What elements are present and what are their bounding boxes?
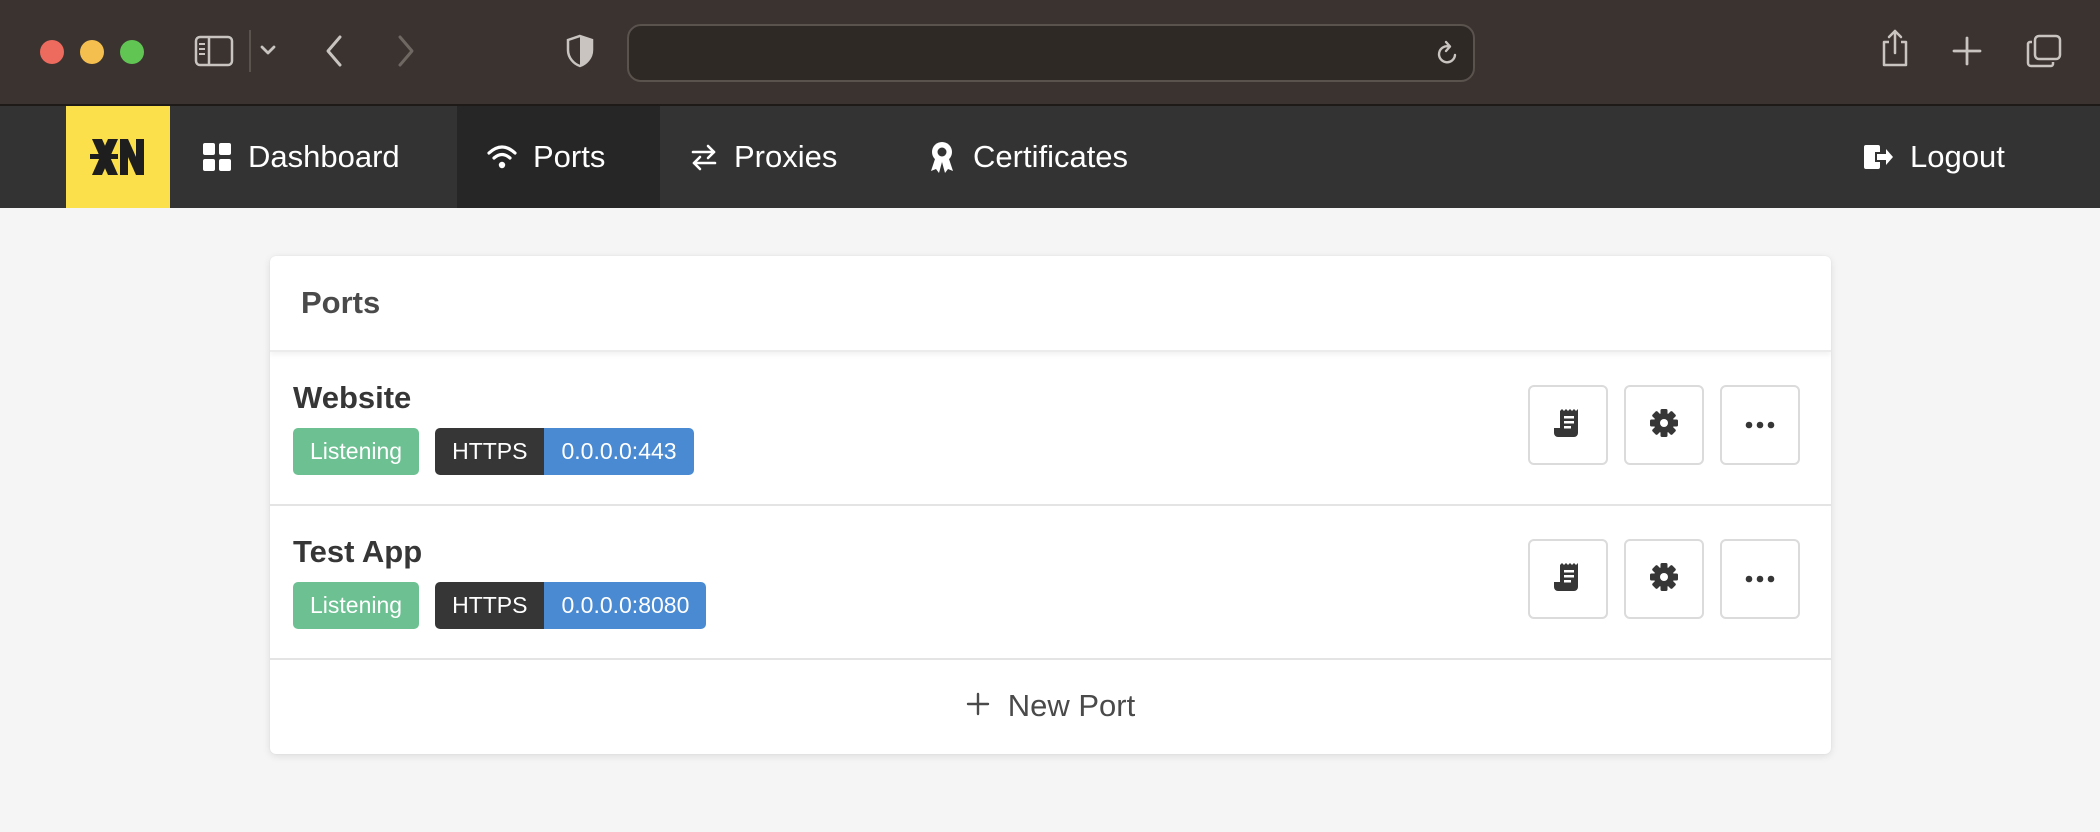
gear-icon xyxy=(1649,408,1679,443)
shield-icon[interactable] xyxy=(566,34,594,68)
status-badge: Listening xyxy=(293,582,420,629)
zoom-window-button[interactable] xyxy=(120,40,144,64)
nav-certificates-label: Certificates xyxy=(973,139,1129,174)
tabs-overview-icon[interactable] xyxy=(2026,34,2062,68)
app-logo-icon[interactable] xyxy=(66,106,170,208)
chevron-down-icon[interactable] xyxy=(260,44,276,56)
back-icon[interactable] xyxy=(324,34,344,68)
wifi-icon xyxy=(487,144,517,170)
ellipsis-icon xyxy=(1745,416,1775,434)
share-icon[interactable] xyxy=(1880,28,1910,68)
card-header: Ports xyxy=(270,256,1831,352)
close-window-button[interactable] xyxy=(40,40,64,64)
port-row-test-app: Test App Listening HTTPS 0.0.0.0:8080 xyxy=(270,506,1831,660)
nav-ports-label: Ports xyxy=(533,139,606,174)
forward-icon[interactable] xyxy=(396,34,416,68)
ports-card: Ports Website Listening HTTPS 0.0.0.0:44… xyxy=(270,256,1831,754)
gear-icon xyxy=(1649,562,1679,597)
receipt-icon xyxy=(1552,407,1584,444)
address-badge: 0.0.0.0:8080 xyxy=(544,582,707,629)
port-name: Website xyxy=(293,380,412,415)
new-port-button[interactable]: New Port xyxy=(270,660,1831,752)
logout-label: Logout xyxy=(1910,139,2005,174)
minimize-window-button[interactable] xyxy=(80,40,104,64)
logout-button[interactable]: Logout xyxy=(1832,106,2040,208)
protocol-badge: HTTPS xyxy=(435,428,545,475)
app-navbar: Dashboard Ports Proxies Certificates Log… xyxy=(0,106,2100,208)
logs-button[interactable] xyxy=(1528,385,1608,465)
sidebar-icon[interactable] xyxy=(194,35,234,67)
logout-icon xyxy=(1862,143,1894,171)
address-bar[interactable] xyxy=(627,24,1475,82)
new-port-label: New Port xyxy=(1007,688,1136,723)
toolbar-divider xyxy=(249,30,251,72)
card-title: Ports xyxy=(301,285,381,320)
dashboard-icon xyxy=(202,142,232,172)
nav-ports[interactable]: Ports xyxy=(457,106,660,208)
nav-proxies-label: Proxies xyxy=(734,139,838,174)
arrows-swap-icon xyxy=(690,143,718,171)
status-badge: Listening xyxy=(293,428,420,475)
ellipsis-icon xyxy=(1745,570,1775,588)
certificate-icon xyxy=(927,140,957,174)
settings-button[interactable] xyxy=(1624,539,1704,619)
receipt-icon xyxy=(1552,561,1584,598)
address-badge: 0.0.0.0:443 xyxy=(544,428,694,475)
nav-certificates[interactable]: Certificates xyxy=(897,106,1167,208)
more-button[interactable] xyxy=(1720,539,1800,619)
nav-dashboard-label: Dashboard xyxy=(248,139,400,174)
browser-toolbar xyxy=(0,0,2100,106)
plus-icon xyxy=(966,688,990,724)
port-row-website: Website Listening HTTPS 0.0.0.0:443 xyxy=(270,352,1831,506)
nav-proxies[interactable]: Proxies xyxy=(660,106,875,208)
more-button[interactable] xyxy=(1720,385,1800,465)
logs-button[interactable] xyxy=(1528,539,1608,619)
protocol-badge: HTTPS xyxy=(435,582,545,629)
settings-button[interactable] xyxy=(1624,385,1704,465)
reload-icon[interactable] xyxy=(1435,40,1459,71)
nav-dashboard[interactable]: Dashboard xyxy=(172,106,457,208)
port-name: Test App xyxy=(293,534,423,569)
new-tab-icon[interactable] xyxy=(1952,36,1982,66)
